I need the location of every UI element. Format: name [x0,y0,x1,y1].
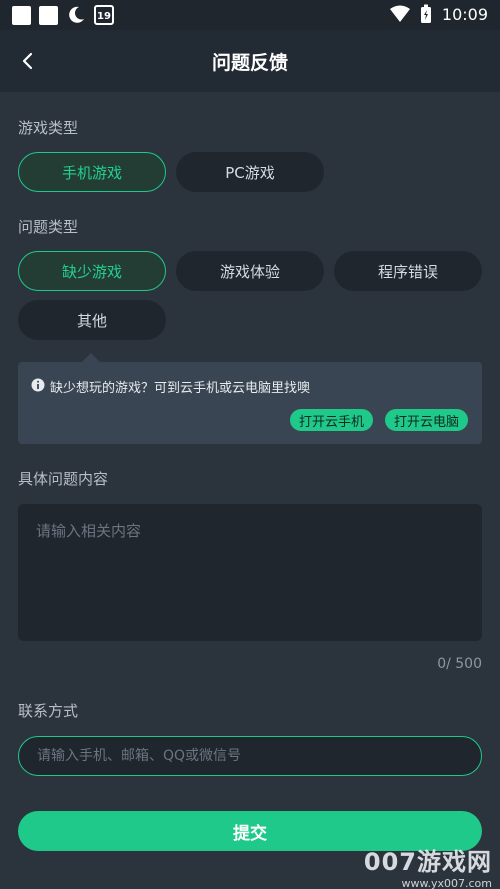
game-type-pc-chip[interactable]: PC游戏 [176,152,324,192]
chip-label: 其他 [76,311,107,330]
open-cloud-pc-button[interactable]: 打开云电脑 [385,409,469,431]
watermark-sub: www.yx007.com [401,877,492,889]
chip-label: PC游戏 [225,163,275,182]
battery-icon [420,4,431,23]
tip-text: 缺少想玩的游戏？可到云手机或云电脑里找噢 [50,381,311,396]
contact-input[interactable] [18,736,482,776]
info-icon [31,378,45,392]
button-label: 打开云电脑 [394,414,460,430]
wifi-icon [389,5,410,22]
watermark-main: 007游戏网 [363,848,492,876]
tip-pointer [82,353,100,362]
calendar-day: 19 [97,11,111,22]
chip-label: 游戏体验 [219,262,280,281]
status-left-icons: 19 [12,5,114,25]
issue-type-other-chip[interactable]: 其他 [18,300,166,340]
character-counter: 0/ 500 [437,656,482,672]
square-icon [12,5,31,25]
issue-type-missing-game-chip[interactable]: 缺少游戏 [18,251,166,291]
app-header: 问题反馈 [0,30,500,92]
status-right-icons: 10:09 [389,4,488,24]
page-title: 问题反馈 [211,52,288,74]
calendar-icon: 19 [94,5,114,25]
watermark: 007游戏网 www.yx007.com [364,842,492,889]
issue-type-experience-chip[interactable]: 游戏体验 [176,251,324,291]
game-type-mobile-chip[interactable]: 手机游戏 [18,152,166,192]
chip-label: 程序错误 [377,262,438,281]
game-type-label: 游戏类型 [18,119,79,137]
clock: 10:09 [441,4,488,24]
issue-type-label: 问题类型 [18,218,79,236]
chip-label: 手机游戏 [61,163,122,182]
status-bar: 19 10:09 [0,0,500,30]
feedback-screen: 19 10:09 问题反馈 游戏类型 手机游戏 PC游戏 问题类型 缺少游戏 游… [0,0,500,889]
content-textarea[interactable] [18,504,482,641]
button-label: 打开云手机 [299,414,365,430]
open-cloud-phone-button[interactable]: 打开云手机 [290,409,374,431]
contact-label: 联系方式 [18,702,79,720]
chip-label: 缺少游戏 [61,262,122,281]
issue-type-bug-chip[interactable]: 程序错误 [334,251,482,291]
moon-icon [69,6,84,23]
square-icon [39,5,58,25]
missing-game-tip: 缺少想玩的游戏？可到云手机或云电脑里找噢 打开云手机 打开云电脑 [18,362,482,444]
content-label: 具体问题内容 [18,470,109,488]
